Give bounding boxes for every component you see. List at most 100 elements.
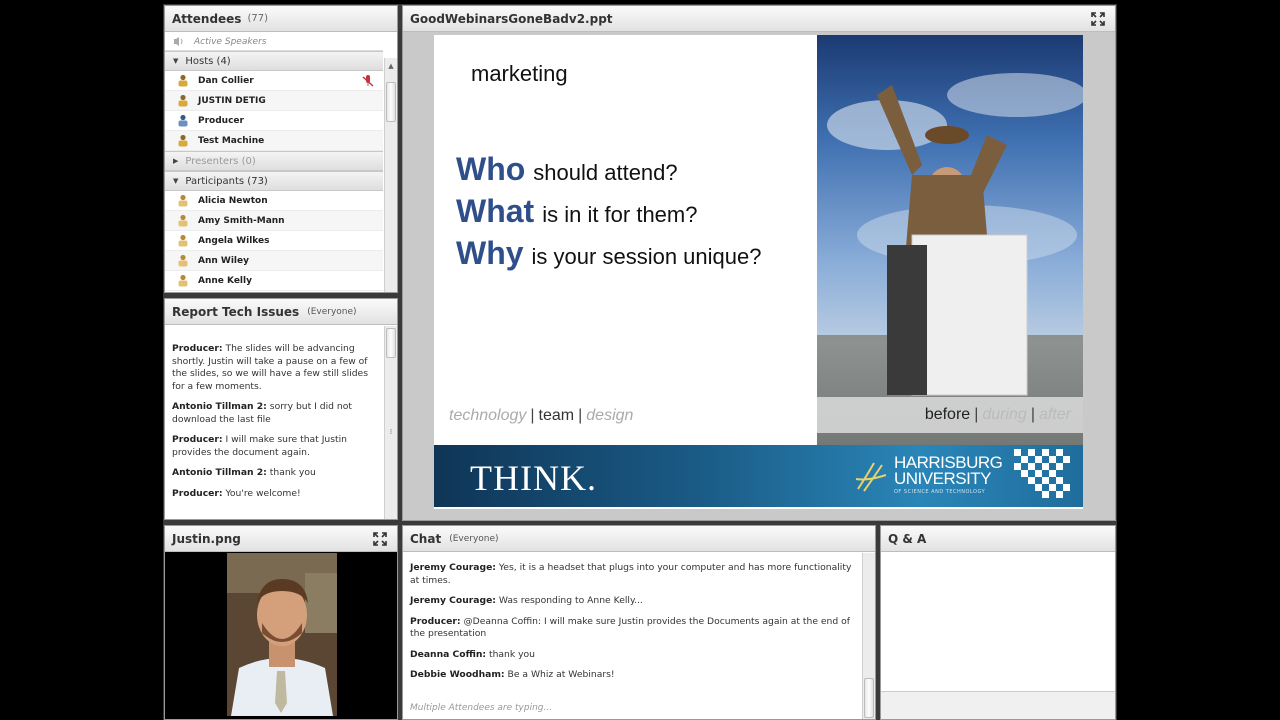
chat-pod: Chat (Everyone) Jeremy Courage: Yes, it … [402, 525, 876, 720]
message-sender: Producer: [172, 434, 223, 445]
tech-issues-scrollbar[interactable]: ⁞ [384, 326, 397, 519]
scroll-thumb[interactable] [386, 328, 396, 358]
participants-section[interactable]: ▼ Participants (73) [165, 171, 383, 191]
pixel-pattern-icon [1014, 449, 1070, 498]
question-text: is your session unique? [531, 244, 762, 269]
typing-indicator: Multiple Attendees are typing... [410, 703, 553, 713]
presenter-video [165, 553, 397, 716]
slide-tagline: technology | team | design [449, 407, 633, 425]
tagline-technology: technology [449, 407, 527, 424]
chat-title: Chat [410, 531, 442, 546]
banner-university: HARRISBURG UNIVERSITY [894, 454, 1003, 488]
chat-audience: (Everyone) [449, 533, 499, 544]
tagline-separator: | [530, 407, 535, 424]
fullscreen-icon[interactable] [373, 532, 387, 546]
attendee-row[interactable]: Ann Wiley [165, 251, 383, 271]
message-text: thank you [266, 467, 316, 478]
qa-pod: Q & A [880, 525, 1116, 720]
microphone-icon [361, 74, 375, 88]
scroll-thumb[interactable] [864, 678, 874, 718]
question-text: is in it for them? [542, 202, 698, 227]
question-keyword: What [456, 193, 535, 229]
hosts-label: Hosts (4) [185, 55, 231, 67]
banner-university-sub: OF SCIENCE AND TECHNOLOGY [894, 489, 986, 495]
expand-icon: ▼ [173, 177, 179, 185]
speaker-icon [173, 35, 185, 48]
attendee-name: Anne Kelly [198, 275, 252, 286]
chat-message: Producer: The slides will be advancing s… [172, 343, 379, 393]
attendee-row[interactable]: JUSTIN DETIG [165, 91, 383, 111]
attendee-name: Angela Wilkes [198, 235, 270, 246]
caption-after: after [1038, 406, 1071, 423]
slide-banner: THINK. HARRISBURG UNIVERSITY OF SCIENCE … [434, 445, 1083, 507]
message-sender: Jeremy Courage: [410, 595, 496, 606]
attendee-row[interactable]: Alicia Newton [165, 191, 383, 211]
message-sender: Debbie Woodham: [410, 669, 505, 680]
caption-separator: | [1030, 406, 1035, 423]
attendee-name: Alicia Newton [198, 195, 268, 206]
attendee-name: Amy Smith-Mann [198, 215, 285, 226]
question-keyword: Why [456, 235, 524, 271]
attendee-name: Producer [198, 115, 244, 126]
chat-pod-title[interactable]: Chat (Everyone) [403, 526, 875, 552]
slide-photo-man-cheering: before | during | after [817, 35, 1083, 445]
photo-caption-strip: before | during | after [817, 397, 1083, 433]
tech-issues-messages: Producer: The slides will be advancing s… [172, 343, 379, 508]
participant-icon [177, 214, 189, 227]
caption-before: before [924, 406, 971, 423]
scroll-thumb[interactable] [386, 82, 396, 122]
attendee-row[interactable]: Test Machine [165, 131, 383, 151]
chat-message: Producer: You're welcome! [172, 488, 379, 501]
question-keyword: Who [456, 151, 526, 187]
attendee-row[interactable]: Dan Collier [165, 71, 383, 91]
slide-question-why: Why is your session unique? [456, 235, 761, 272]
slide-heading: marketing [471, 61, 568, 86]
university-logo-icon [855, 462, 887, 492]
chat-message: Jeremy Courage: Was responding to Anne K… [410, 595, 857, 608]
attendee-name: Ann Wiley [198, 255, 249, 266]
scroll-up-icon[interactable]: ▲ [385, 60, 397, 72]
camera-pod-title[interactable]: Justin.png [165, 526, 397, 552]
scroll-grip-icon: ⁞ [389, 428, 393, 436]
message-sender: Jeremy Courage: [410, 562, 496, 573]
university-name-line-2: UNIVERSITY [894, 469, 992, 488]
tagline-separator: | [578, 407, 583, 424]
message-text: thank you [486, 648, 535, 660]
attendees-scrollbar[interactable]: ▲ [384, 58, 397, 292]
attendee-row[interactable]: Amy Smith-Mann [165, 211, 383, 231]
participant-icon [177, 234, 189, 247]
hosts-section[interactable]: ▼ Hosts (4) [165, 51, 383, 71]
share-pod: GoodWebinarsGoneBadv2.ppt marketing Who s… [402, 5, 1116, 521]
question-text: should attend? [533, 160, 678, 185]
caption-separator: | [974, 406, 979, 423]
fullscreen-icon[interactable] [1091, 12, 1105, 26]
active-speakers-label: Active Speakers [194, 36, 267, 47]
host-icon [177, 114, 189, 127]
participants-label: Participants (73) [185, 175, 268, 187]
message-sender: Deanna Coffin: [410, 648, 487, 660]
presenters-section[interactable]: ▶ Presenters (0) [165, 151, 383, 171]
attendee-row[interactable]: Producer [165, 111, 383, 131]
document-title: GoodWebinarsGoneBadv2.ppt [410, 11, 613, 26]
tech-issues-pod-title[interactable]: Report Tech Issues (Everyone) [165, 299, 397, 325]
chat-message: Producer: @Deanna Coffin: I will make su… [410, 616, 857, 641]
host-icon [177, 134, 189, 147]
attendee-row[interactable]: Angela Wilkes [165, 231, 383, 251]
tagline-team: team [538, 407, 575, 424]
attendee-row[interactable]: Anne Kelly [165, 271, 383, 291]
attendee-list: Active Speakers ▼ Hosts (4) Dan Collier … [165, 33, 383, 292]
qa-pod-title[interactable]: Q & A [881, 526, 1115, 552]
banner-think: THINK. [470, 458, 597, 498]
collapse-icon: ▶ [173, 157, 179, 165]
message-text: @Deanna Coffin: I will make sure Justin … [410, 615, 850, 640]
participant-icon [177, 254, 189, 267]
participants-list: Alicia Newton Amy Smith-Mann Angela Wilk… [165, 191, 383, 291]
presentation-slide: marketing Who should attend? What is in it… [434, 35, 1083, 509]
attendee-name: Test Machine [198, 135, 265, 146]
share-pod-title[interactable]: GoodWebinarsGoneBadv2.ppt [403, 6, 1115, 32]
tech-issues-title: Report Tech Issues [172, 304, 300, 319]
attendee-name: JUSTIN DETIG [198, 95, 266, 106]
chat-scrollbar[interactable] [862, 553, 875, 719]
qa-content[interactable] [881, 553, 1115, 691]
attendees-pod-title[interactable]: Attendees (77) [165, 6, 397, 32]
